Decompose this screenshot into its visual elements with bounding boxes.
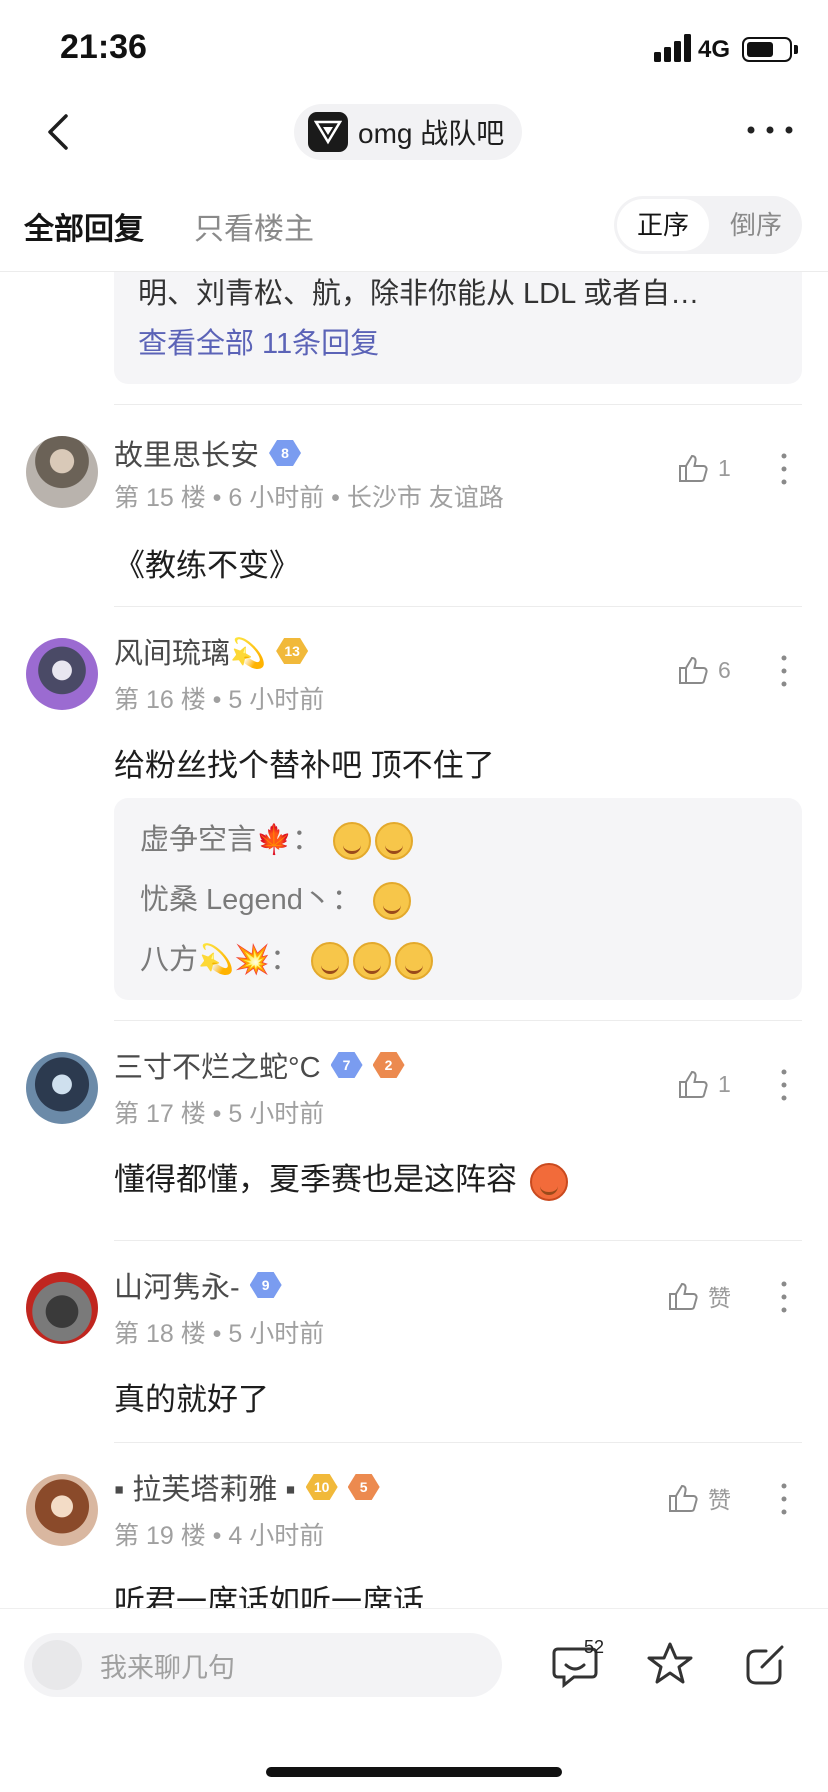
laughing-emoji-icon — [311, 942, 350, 981]
level-badge: 8 — [269, 440, 302, 466]
sort-ascending-button[interactable]: 正序 — [617, 199, 709, 251]
level-badge: 10 — [305, 1474, 338, 1500]
post-meta: 第 17 楼 • 5 小时前 — [114, 1100, 325, 1128]
post-meta: 第 19 楼 • 4 小时前 — [114, 1522, 325, 1550]
network-type: 4G — [698, 36, 731, 63]
battery-icon — [742, 37, 792, 62]
post-content: 给粉丝找个替补吧 顶不住了 — [114, 748, 495, 783]
laughing-emoji-icon — [375, 822, 414, 861]
tab-op-only[interactable]: 只看楼主 — [194, 204, 314, 248]
comment-count: 52 — [584, 1637, 605, 1657]
more-options-icon[interactable] — [776, 1280, 792, 1314]
post-content: 听君一席话如听一席话 — [114, 1584, 424, 1608]
post-content: 真的就好了 — [114, 1382, 269, 1417]
avatar[interactable] — [26, 1474, 98, 1546]
smirk-emoji-icon — [529, 1162, 568, 1201]
fan-badge: 2 — [372, 1052, 405, 1078]
divider — [114, 606, 802, 607]
more-menu-icon[interactable] — [745, 120, 795, 140]
comment-input[interactable]: 我来聊几句 — [24, 1633, 502, 1697]
forum-logo-icon — [308, 112, 348, 152]
thumbs-up-icon — [679, 1070, 708, 1098]
post-content: 《教练不变》 — [114, 548, 300, 583]
signal-icon — [654, 34, 691, 62]
level-badge: 7 — [330, 1052, 363, 1078]
like-button[interactable]: 赞 — [666, 1478, 731, 1518]
laughing-emoji-icon — [353, 942, 392, 981]
sub-reply-box: 明、刘青松、航，除非你能从 LDL 或者自… 查看全部 11条回复 — [114, 272, 802, 384]
username[interactable]: 山河隽永- 9 — [114, 1264, 282, 1306]
like-button[interactable]: 6 — [676, 650, 731, 690]
reply-filter-tabs: 全部回复 只看楼主 正序 倒序 — [0, 190, 828, 272]
level-badge: 13 — [276, 638, 309, 664]
forum-header[interactable]: omg 战队吧 — [294, 104, 523, 160]
divider — [114, 1240, 802, 1241]
share-icon[interactable] — [740, 1639, 790, 1689]
thumbs-up-icon — [679, 454, 708, 482]
sub-reply-preview: 明、刘青松、航，除非你能从 LDL 或者自… — [138, 278, 700, 310]
status-bar: 21:36 4G — [0, 0, 828, 96]
avatar[interactable] — [26, 436, 98, 508]
thumbs-up-icon — [669, 1282, 698, 1310]
nav-bar: omg 战队吧 — [0, 96, 828, 166]
like-count: 1 — [718, 454, 731, 481]
laughing-emoji-icon — [333, 822, 372, 861]
thumbs-up-icon — [679, 656, 708, 684]
sub-reply-line: 八方💫💥： — [140, 936, 434, 981]
more-options-icon[interactable] — [776, 1068, 792, 1102]
like-count: 6 — [718, 656, 731, 683]
like-button[interactable]: 1 — [676, 448, 731, 488]
thumbs-up-icon — [669, 1484, 698, 1512]
sub-reply-box[interactable]: 虚争空言🍁： 忧桑 Legend丶： 八方💫💥： — [114, 798, 802, 1000]
avatar[interactable] — [26, 638, 98, 710]
username[interactable]: 故里思长安 8 — [114, 432, 302, 474]
username[interactable]: ▪ 拉芙塔莉雅 ▪ 10 5 — [114, 1466, 380, 1508]
forum-name: omg 战队吧 — [358, 118, 505, 149]
status-time: 21:36 — [60, 28, 147, 66]
post-content: 懂得都懂，夏季赛也是这阵容 — [114, 1154, 568, 1201]
back-arrow-icon[interactable] — [40, 110, 80, 154]
comment-placeholder: 我来聊几句 — [100, 1652, 235, 1683]
more-options-icon[interactable] — [776, 1482, 792, 1516]
sort-descending-button[interactable]: 倒序 — [714, 199, 798, 251]
bottom-bar: 我来聊几句 52 — [0, 1608, 828, 1792]
divider — [114, 1442, 802, 1443]
fan-badge: 5 — [347, 1474, 380, 1500]
username[interactable]: 风间琉璃💫 13 — [114, 630, 309, 672]
post-meta: 第 16 楼 • 5 小时前 — [114, 686, 325, 714]
home-indicator — [266, 1767, 562, 1777]
reply-feed: 明、刘青松、航，除非你能从 LDL 或者自… 查看全部 11条回复 故里思长安 … — [0, 272, 828, 1608]
avatar[interactable] — [26, 1052, 98, 1124]
user-avatar — [32, 1640, 82, 1690]
laughing-emoji-icon — [395, 942, 434, 981]
more-options-icon[interactable] — [776, 654, 792, 688]
like-button[interactable]: 赞 — [666, 1276, 731, 1316]
sort-toggle: 正序 倒序 — [614, 196, 802, 254]
hug-emoji-icon — [372, 882, 411, 921]
more-options-icon[interactable] — [776, 452, 792, 486]
tab-all-replies[interactable]: 全部回复 — [24, 204, 144, 248]
divider — [114, 1020, 802, 1021]
level-badge: 9 — [249, 1272, 282, 1298]
like-button[interactable]: 1 — [676, 1064, 731, 1104]
star-icon[interactable] — [645, 1639, 695, 1689]
like-label: 赞 — [708, 1487, 731, 1513]
sub-reply-line: 虚争空言🍁： — [140, 816, 414, 861]
like-count: 1 — [718, 1070, 731, 1097]
sub-reply-line: 忧桑 Legend丶： — [140, 876, 411, 921]
username[interactable]: 三寸不烂之蛇°C 7 2 — [114, 1044, 405, 1086]
divider — [114, 404, 802, 405]
view-all-replies-link[interactable]: 查看全部 11条回复 — [138, 320, 379, 362]
post-meta: 第 15 楼 • 6 小时前 • 长沙市 友谊路 — [114, 484, 504, 512]
avatar[interactable] — [26, 1272, 98, 1344]
like-label: 赞 — [708, 1285, 731, 1311]
post-meta: 第 18 楼 • 5 小时前 — [114, 1320, 325, 1348]
